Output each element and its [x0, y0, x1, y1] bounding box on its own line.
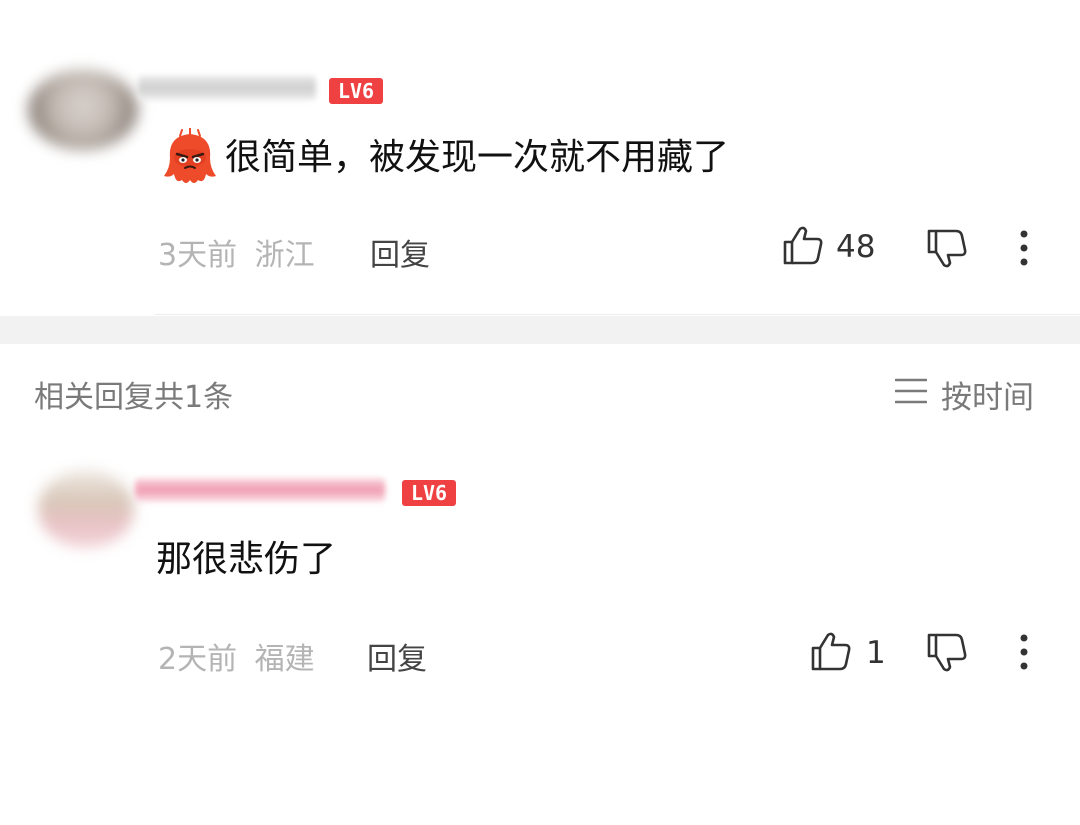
angry-octopus-emoji-icon [160, 127, 220, 188]
more-options-button[interactable] [1010, 228, 1038, 268]
like-button[interactable]: 1 [810, 630, 886, 676]
reply-button[interactable]: 回复 [370, 230, 430, 274]
dislike-button[interactable] [926, 632, 968, 674]
section-divider [0, 316, 1080, 344]
comment-time: 3天前 [158, 238, 238, 273]
comment-text: 很简单，被发现一次就不用藏了 [225, 137, 730, 178]
reply-button[interactable]: 回复 [367, 634, 427, 678]
avatar[interactable] [28, 70, 138, 150]
more-options-button[interactable] [1010, 632, 1038, 672]
more-vertical-icon [1020, 634, 1028, 670]
thumbs-up-icon [810, 630, 852, 676]
like-count: 48 [836, 229, 876, 265]
sort-button[interactable]: 按时间 [894, 372, 1034, 417]
replies-count-title: 相关回复共1条 [34, 380, 234, 415]
divider-line [155, 314, 1080, 315]
more-vertical-icon [1020, 230, 1028, 266]
comment-meta: 3天前 浙江 [158, 230, 315, 274]
sort-lines-icon [894, 377, 928, 413]
comment-location: 浙江 [254, 238, 315, 273]
level-badge: LV6 [329, 78, 383, 104]
username[interactable] [135, 478, 385, 502]
username[interactable] [138, 76, 316, 100]
comment-time: 2天前 [158, 642, 238, 677]
dislike-button[interactable] [926, 228, 968, 270]
like-count: 1 [866, 635, 886, 671]
thumbs-down-icon [927, 229, 967, 268]
thumbs-down-icon [927, 633, 967, 672]
comment-text: 那很悲伤了 [156, 539, 337, 580]
level-badge: LV6 [402, 480, 456, 506]
thumbs-up-icon [782, 224, 824, 270]
sort-label: 按时间 [941, 380, 1034, 416]
avatar[interactable] [38, 470, 134, 548]
comment-meta: 2天前 福建 [158, 634, 315, 678]
like-button[interactable]: 48 [782, 224, 875, 270]
comment-location: 福建 [254, 642, 315, 677]
